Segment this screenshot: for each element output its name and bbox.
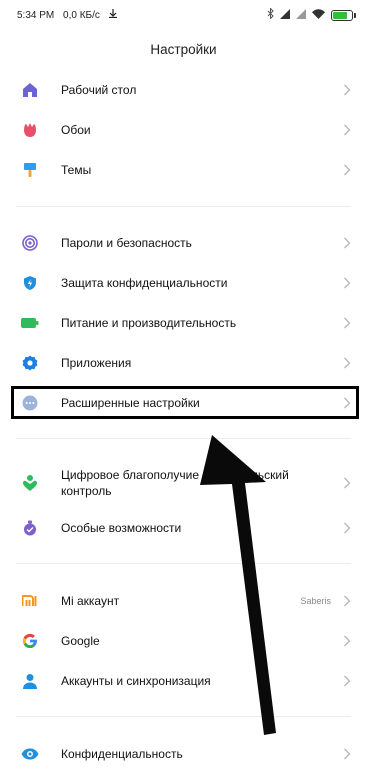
tulip-icon	[20, 120, 40, 140]
chevron-right-icon	[344, 357, 351, 369]
settings-item-label: Рабочий стол	[61, 83, 137, 97]
settings-item-apps[interactable]: Приложения	[0, 343, 367, 383]
chevron-right-icon	[344, 124, 351, 136]
divider	[16, 563, 351, 564]
home-icon	[20, 80, 40, 100]
divider	[16, 438, 351, 439]
shield-icon	[20, 273, 40, 293]
battery-icon	[20, 313, 40, 333]
chevron-right-icon	[344, 84, 351, 96]
chevron-right-icon	[344, 635, 351, 647]
status-network-speed: 0,0 КБ/с	[63, 10, 100, 21]
settings-item-battery-performance[interactable]: Питание и производительность	[0, 303, 367, 343]
status-bar: 5:34 PM 0,0 КБ/с	[0, 0, 367, 30]
status-time: 5:34 PM	[17, 10, 55, 21]
chevron-right-icon	[344, 317, 351, 329]
mi-icon	[20, 591, 40, 611]
fingerprint-icon	[20, 233, 40, 253]
google-icon	[20, 631, 40, 651]
chevron-right-icon	[344, 277, 351, 289]
gear-icon	[20, 353, 40, 373]
chevron-right-icon	[344, 748, 351, 760]
settings-item-digital-wellbeing[interactable]: Цифровое благополучие и родительский кон…	[0, 460, 367, 506]
bluetooth-icon	[267, 7, 274, 22]
chevron-right-icon	[344, 164, 351, 176]
accessibility-icon	[20, 518, 40, 538]
settings-item-mi-account[interactable]: Mi аккаунт Saberis	[0, 581, 367, 621]
chevron-right-icon	[344, 237, 351, 249]
chevron-right-icon	[344, 675, 351, 687]
settings-item-label: Особые возможности	[61, 521, 182, 535]
chevron-right-icon	[344, 477, 351, 489]
divider	[16, 206, 351, 207]
settings-item-accounts-sync[interactable]: Аккаунты и синхронизация	[0, 661, 367, 701]
highlight-box	[11, 386, 359, 419]
settings-item-label: Темы	[61, 163, 92, 177]
divider	[16, 716, 351, 717]
settings-item-label: Защита конфиденциальности	[61, 276, 228, 290]
brush-icon	[20, 160, 40, 180]
settings-item-label-line2: контроль	[61, 484, 112, 498]
battery-icon	[331, 9, 356, 21]
settings-item-themes[interactable]: Темы	[0, 150, 367, 190]
settings-item-wallpaper[interactable]: Обои	[0, 110, 367, 150]
download-icon	[108, 9, 117, 21]
settings-item-google[interactable]: Google	[0, 621, 367, 661]
signal-icon	[280, 8, 290, 22]
wifi-icon	[312, 8, 325, 22]
page-title: Настройки	[150, 42, 217, 57]
chevron-right-icon	[344, 595, 351, 607]
mi-account-name: Saberis	[300, 596, 331, 606]
settings-item-label: Mi аккаунт	[61, 594, 120, 608]
wellbeing-icon	[20, 473, 40, 493]
settings-item-privacy[interactable]: Конфиденциальность	[0, 734, 367, 774]
settings-item-label: Питание и производительность	[61, 316, 237, 330]
settings-item-desktop[interactable]: Рабочий стол	[0, 70, 367, 110]
signal-icon	[296, 8, 306, 22]
person-icon	[20, 671, 40, 691]
chevron-right-icon	[344, 522, 351, 534]
settings-item-accessibility[interactable]: Особые возможности	[0, 508, 367, 548]
settings-item-label: Аккаунты и синхронизация	[61, 674, 211, 688]
settings-item-label: Приложения	[61, 356, 132, 370]
settings-item-label: Цифровое благополучие и родительский кон…	[61, 467, 289, 499]
settings-item-label: Обои	[61, 123, 91, 137]
settings-item-label-line1: Цифровое благополучие и родительский	[61, 468, 289, 482]
settings-item-label: Пароли и безопасность	[61, 236, 192, 250]
settings-item-passwords-security[interactable]: Пароли и безопасность	[0, 223, 367, 263]
settings-item-label: Конфиденциальность	[61, 747, 183, 761]
eye-icon	[20, 744, 40, 764]
settings-item-privacy-protection[interactable]: Защита конфиденциальности	[0, 263, 367, 303]
settings-item-label: Google	[61, 634, 100, 648]
